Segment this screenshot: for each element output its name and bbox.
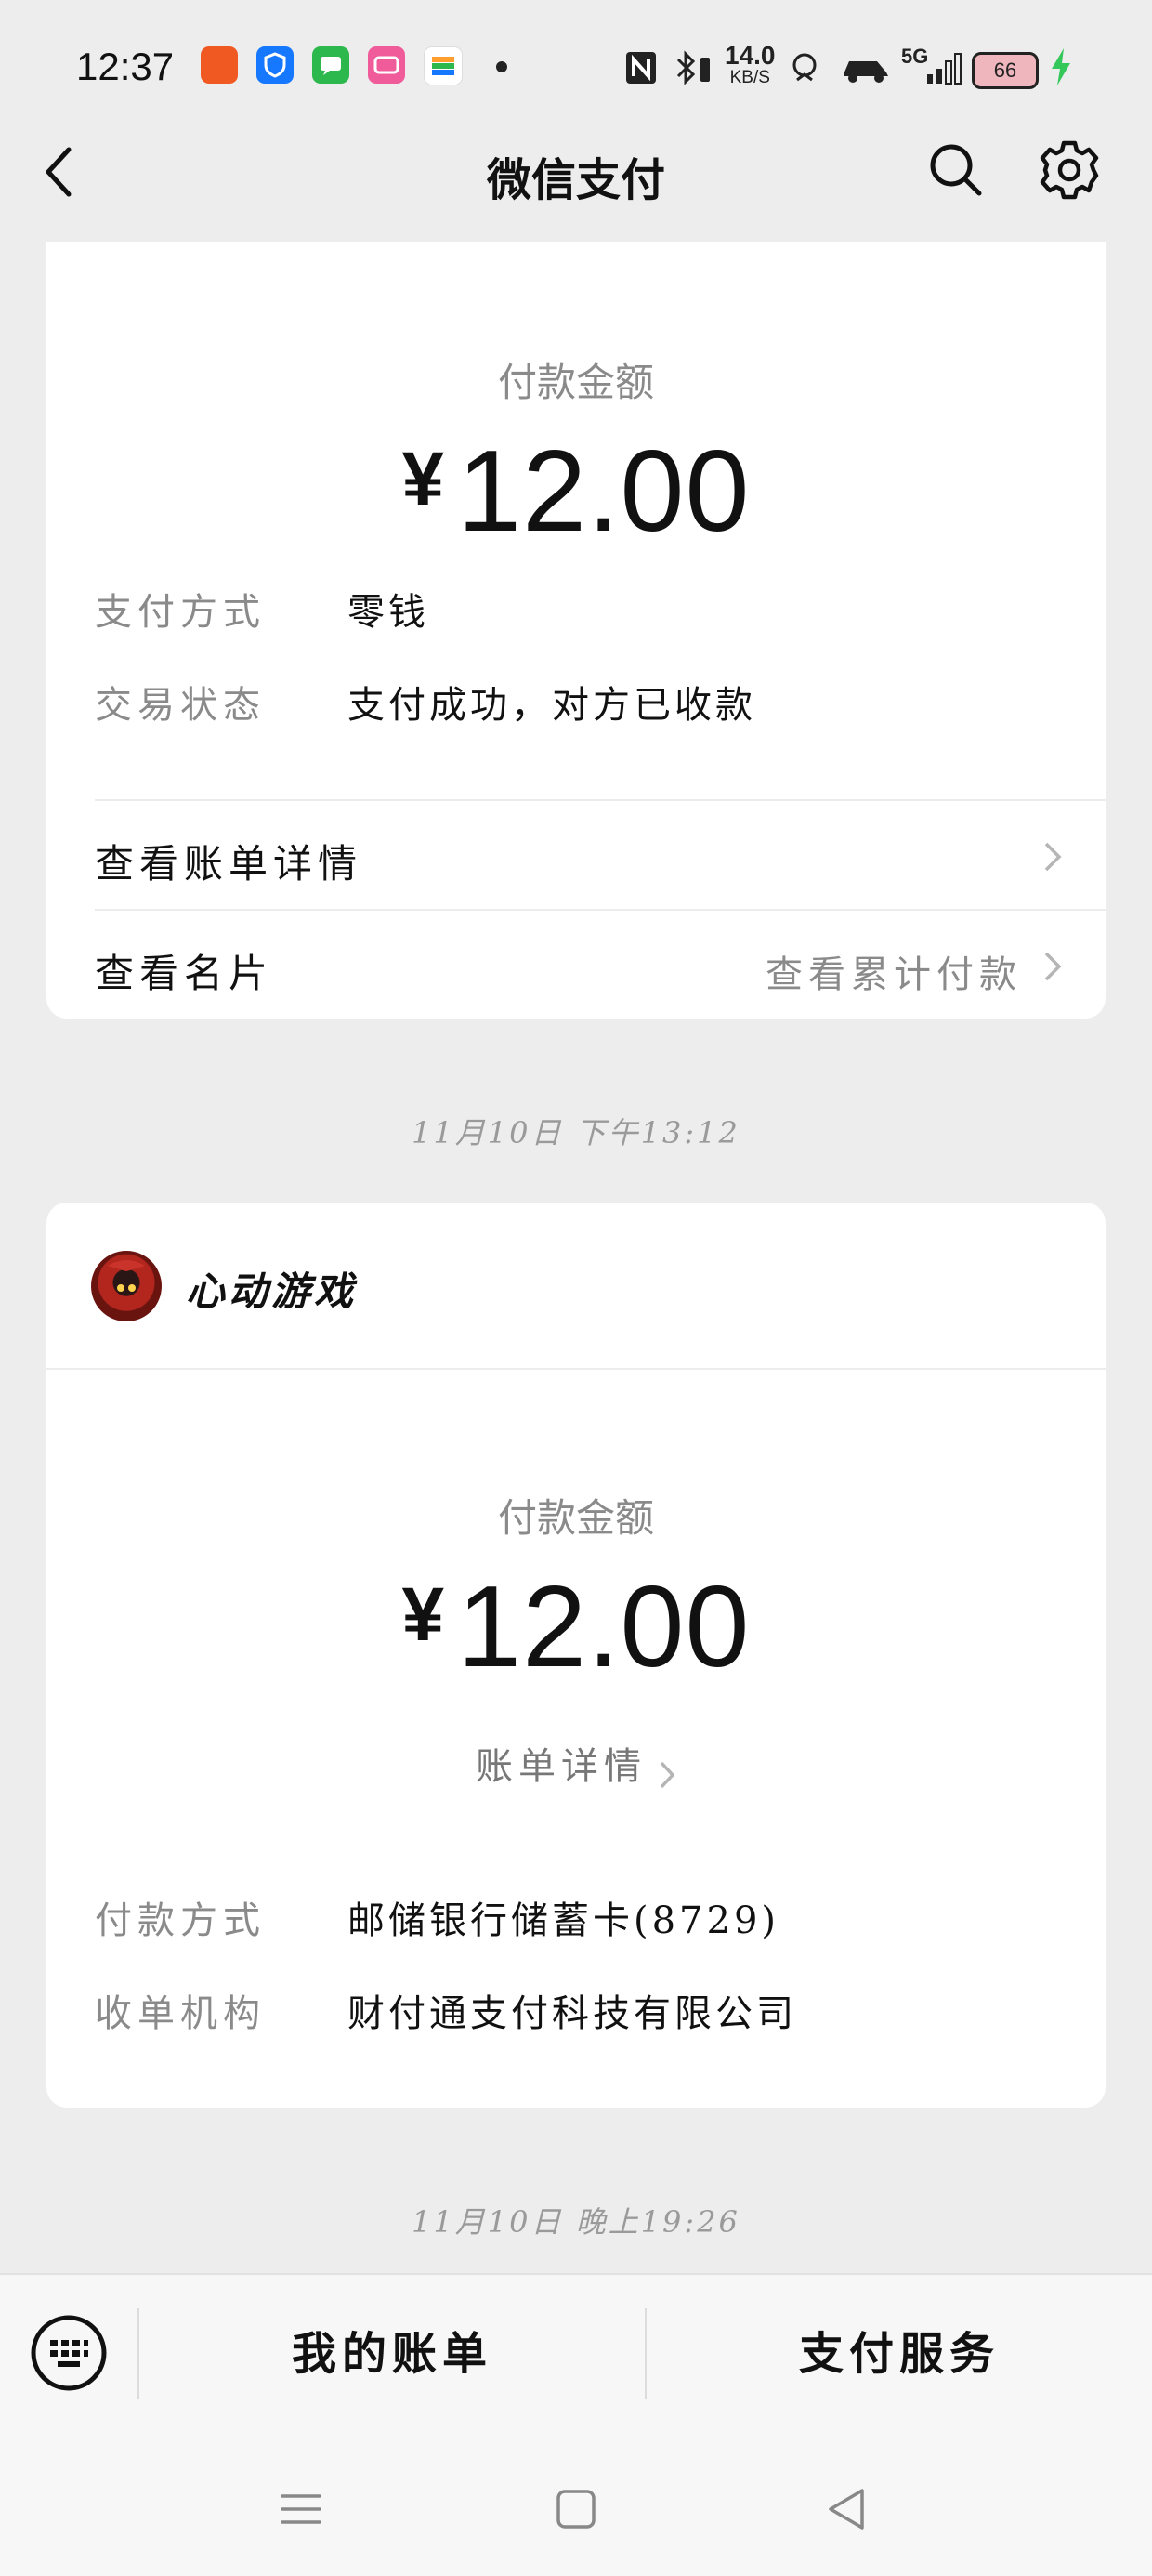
home-icon[interactable] (554, 2487, 598, 2531)
detail-value: 邮储银行储蓄卡(8729) (347, 1899, 780, 1942)
net-speed-unit: KB/S (729, 68, 770, 87)
notification-dot-icon (496, 61, 507, 72)
net-speed-value: 14.0 (725, 41, 776, 70)
hotspot-icon (792, 53, 817, 82)
amount-label: 付款金额 (497, 1495, 654, 1541)
chevron-right-icon (660, 1761, 675, 1788)
back-triangle-icon[interactable] (825, 2487, 870, 2531)
payment-card-2: 心动游戏 付款金额 ¥12.00 付款方式 邮储银行储蓄卡(8729) 收单机构… (46, 1203, 1106, 2108)
date-separator: 11月10日 晚上19:26 (412, 2204, 740, 2240)
signal-icon (927, 53, 962, 85)
message-app-icon (312, 46, 349, 84)
chevron-right-icon (1044, 842, 1062, 872)
currency-symbol: ¥ (401, 437, 445, 521)
menu-icon[interactable] (279, 2487, 323, 2531)
divider (46, 1368, 1106, 1370)
detail-value: 支付成功，对方已收款 (347, 684, 756, 727)
chevron-right-icon (1044, 952, 1062, 981)
view-bill-detail-row[interactable]: 查看账单详情 (46, 801, 1106, 911)
bluetooth-icon (676, 50, 710, 85)
amount-label: 付款金额 (497, 360, 654, 405)
fire-app-icon (201, 46, 238, 84)
bottom-bar: 我的账单 支付服务 (0, 2273, 1152, 2455)
bilibili-app-icon (368, 46, 405, 84)
merchant-name[interactable]: 心动游戏 (186, 1260, 357, 1317)
merchant-avatar[interactable] (91, 1251, 162, 1321)
detail-key: 支付方式 (95, 591, 266, 634)
battery-indicator: 66 (972, 52, 1039, 89)
amount-value: 12.00 (457, 427, 751, 556)
amount-value: 12.00 (457, 1563, 751, 1691)
my-bill-button[interactable]: 我的账单 (139, 2275, 645, 2433)
bill-detail-link[interactable]: 账单详情 (0, 1736, 1152, 1791)
detail-key: 收单机构 (95, 1992, 266, 2035)
pay-service-button[interactable]: 支付服务 (647, 2275, 1152, 2433)
view-cumulative-payment-link[interactable]: 查看累计付款 (766, 944, 1022, 998)
status-time: 12:37 (76, 45, 175, 88)
shield-app-icon (256, 46, 294, 84)
row-label: 查看账单详情 (95, 841, 363, 887)
keyboard-icon[interactable] (30, 2314, 108, 2392)
row-label: 查看名片 (95, 951, 274, 996)
system-nav-bar (0, 2453, 1152, 2576)
detail-key: 付款方式 (95, 1899, 266, 1942)
wallet-app-icon (424, 46, 463, 85)
payment-amount: ¥12.00 (46, 1561, 1106, 1693)
currency-symbol: ¥ (401, 1572, 445, 1657)
detail-value: 财付通支付科技有限公司 (347, 1992, 797, 2035)
car-icon (844, 61, 888, 83)
date-separator: 11月10日 下午13:12 (412, 1115, 740, 1150)
nfc-icon (626, 52, 656, 84)
net-speed: 14.0 KB/S (725, 41, 776, 89)
payment-card-1: 付款金额 ¥12.00 支付方式 零钱 交易状态 支付成功，对方已收款 查看账单… (46, 242, 1106, 1019)
charging-icon (1052, 48, 1070, 85)
bill-detail-label: 账单详情 (476, 1745, 647, 1788)
payment-amount: ¥12.00 (46, 426, 1106, 558)
view-card-row[interactable]: 查看名片 查看累计付款 (46, 911, 1106, 1020)
gear-icon[interactable] (1039, 139, 1100, 201)
search-icon[interactable] (925, 139, 985, 199)
detail-value: 零钱 (347, 591, 429, 634)
status-bar: 12:37 14.0 KB/S 5G 66 (0, 0, 1152, 139)
detail-key: 交易状态 (95, 684, 266, 727)
network-type: 5G (901, 45, 929, 68)
